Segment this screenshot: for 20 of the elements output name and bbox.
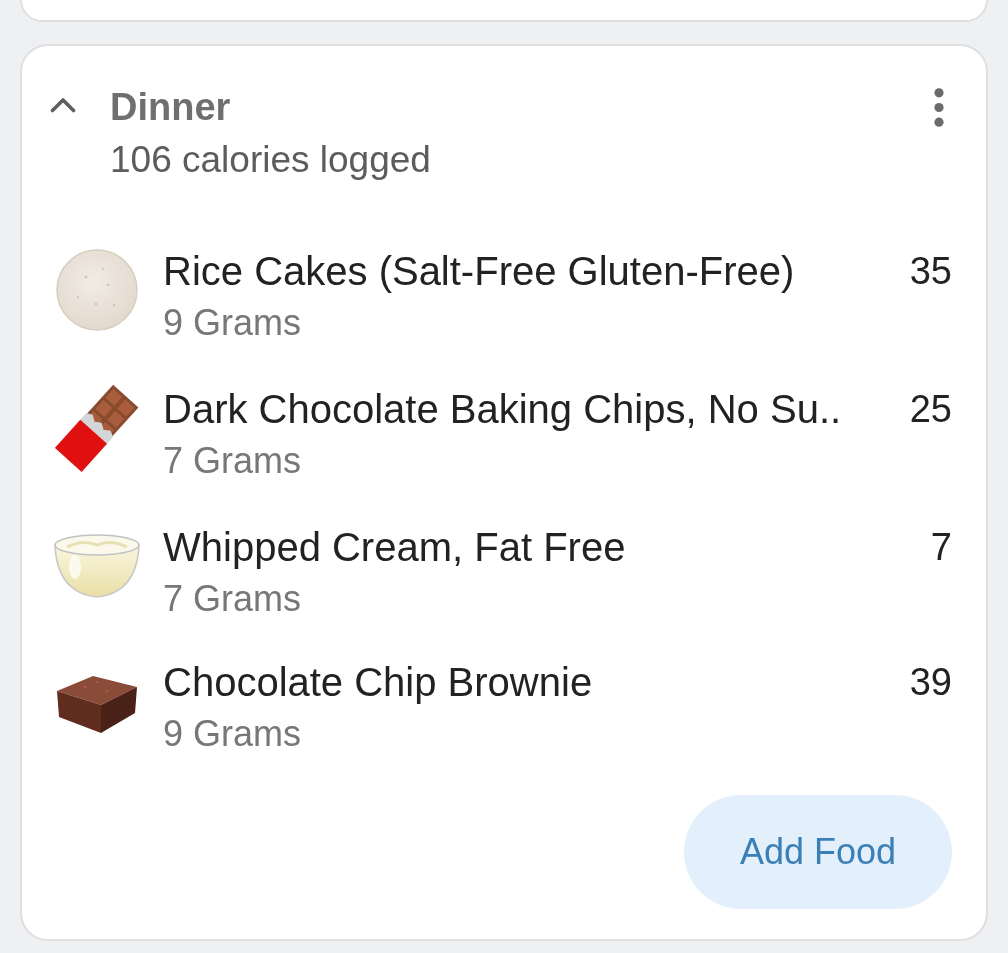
food-name: Chocolate Chip Brownie — [163, 660, 593, 704]
chocolate-bar-icon — [55, 384, 139, 472]
calorie-count: 7 — [930, 525, 952, 569]
food-name: Rice Cakes (Salt-Free Gluten-Free) — [163, 249, 795, 293]
serving-size: 9 Grams — [163, 714, 303, 754]
cream-bowl-icon — [53, 533, 141, 599]
food-name: Whipped Cream, Fat Free — [163, 525, 626, 569]
calories-summary: 106 calories logged — [110, 139, 432, 181]
serving-size: 7 Grams — [163, 441, 303, 481]
serving-size: 9 Grams — [163, 303, 303, 343]
serving-size: 7 Grams — [163, 579, 303, 619]
meal-title: Dinner — [110, 85, 232, 129]
chevron-icon[interactable] — [50, 97, 76, 113]
add-food-button[interactable]: Add Food — [684, 795, 952, 909]
more-options-icon[interactable] — [934, 87, 944, 127]
calorie-count: 35 — [909, 249, 952, 293]
rice-cake-icon — [56, 249, 138, 331]
calorie-count: 25 — [909, 387, 952, 431]
food-name: Dark Chocolate Baking Chips, No Su.. — [163, 387, 842, 431]
calorie-count: 39 — [909, 660, 952, 704]
